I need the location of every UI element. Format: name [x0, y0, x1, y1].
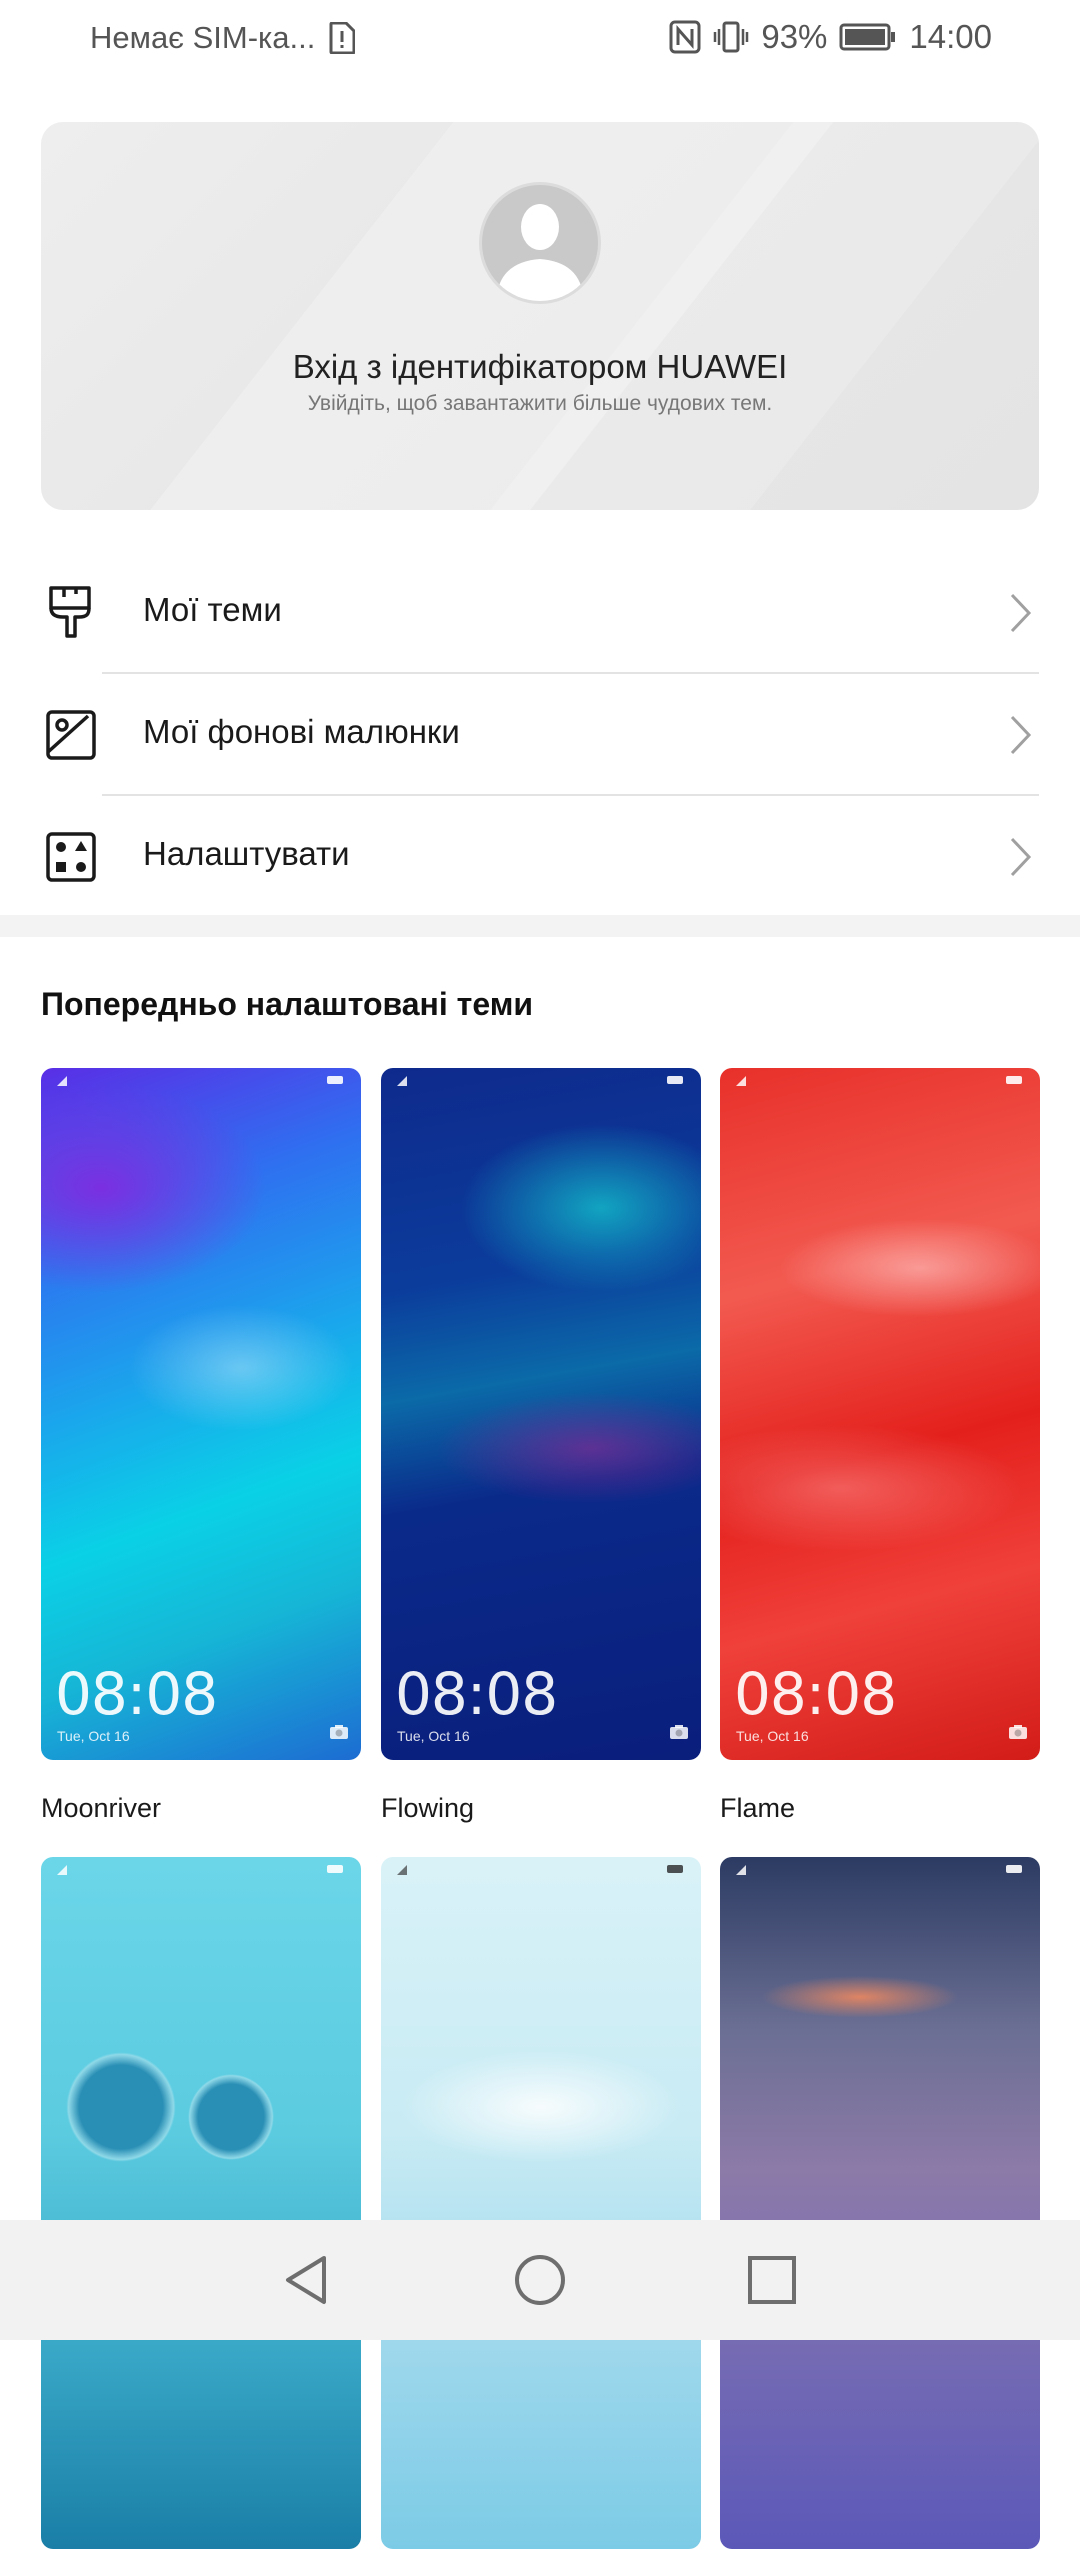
camera-icon [670, 1725, 688, 1739]
battery-icon [1006, 1076, 1022, 1084]
default-user-icon [496, 204, 584, 301]
battery-percent: 93% [761, 18, 828, 55]
theme-thumbnail [720, 1857, 1040, 2549]
login-subtitle: Увійдіть, щоб завантажити більше чудових… [307, 392, 773, 415]
menu-item-my-wallpapers[interactable]: Мої фонові малюнки [0, 673, 1080, 795]
section-title-preset-themes: Попередньо налаштовані теми [41, 986, 534, 1022]
status-right: 93% 14:00 [669, 18, 992, 56]
preview-clock: 08:08 [734, 1660, 897, 1728]
battery-icon [1006, 1865, 1022, 1873]
huawei-id-login-card[interactable]: Вхід з ідентифікатором HUAWEI Увійдіть, … [41, 122, 1039, 510]
image-icon [42, 706, 100, 764]
theme-name: Moonriver [41, 1793, 162, 1823]
theme-thumbnail [381, 1857, 701, 2549]
navigation-bar [0, 2220, 1080, 2340]
recents-square-icon[interactable] [744, 2252, 800, 2308]
menu-label: Налаштувати [143, 835, 350, 872]
login-title: Вхід з ідентифікатором HUAWEI [292, 348, 788, 385]
menu-item-my-themes[interactable]: Мої теми [0, 551, 1080, 673]
theme-thumbnail: 08:08 Tue, Oct 16 [381, 1068, 701, 1760]
carrier-text: Немає SIM-ка... [90, 20, 316, 55]
customize-grid-icon [42, 828, 100, 886]
theme-name: Flame [720, 1793, 796, 1823]
section-separator [0, 915, 1080, 937]
back-triangle-icon[interactable] [280, 2252, 336, 2308]
preview-date: Tue, Oct 16 [736, 1728, 809, 1744]
theme-card[interactable] [381, 1857, 701, 2549]
signal-icon [736, 1865, 746, 1875]
battery-icon [327, 1865, 343, 1873]
camera-icon [330, 1725, 348, 1739]
preview-clock: 08:08 [55, 1660, 218, 1728]
theme-thumbnail: 08:08 Tue, Oct 16 [720, 1068, 1040, 1760]
avatar [479, 182, 601, 304]
chevron-right-icon [1008, 835, 1034, 879]
clock: 14:00 [909, 18, 992, 55]
theme-card-flowing[interactable]: 08:08 Tue, Oct 16 Flowing [381, 1068, 701, 1823]
battery-icon [667, 1865, 683, 1873]
status-bar: Немає SIM-ка... 93% 14:00 [0, 0, 1080, 80]
theme-thumbnail: 08:08 Tue, Oct 16 [41, 1068, 361, 1760]
preview-date: Tue, Oct 16 [57, 1728, 130, 1744]
theme-card[interactable] [720, 1857, 1040, 2549]
brush-icon [42, 584, 100, 642]
theme-thumbnail [41, 1857, 361, 2549]
vibrate-icon [713, 20, 749, 54]
chevron-right-icon [1008, 713, 1034, 757]
battery-icon [839, 22, 897, 52]
theme-card-moonriver[interactable]: 08:08 Tue, Oct 16 Moonriver [41, 1068, 361, 1823]
menu-item-customize[interactable]: Налаштувати [0, 795, 1080, 917]
signal-icon [397, 1865, 407, 1875]
chevron-right-icon [1008, 591, 1034, 635]
nfc-icon [669, 20, 701, 54]
status-left: Немає SIM-ка... [90, 20, 356, 56]
battery-icon [327, 1076, 343, 1084]
signal-icon [736, 1076, 746, 1086]
sim-alert-icon [329, 22, 356, 54]
signal-icon [57, 1865, 67, 1875]
home-circle-icon[interactable] [512, 2252, 568, 2308]
theme-card-flame[interactable]: 08:08 Tue, Oct 16 Flame [720, 1068, 1040, 1823]
signal-icon [57, 1076, 67, 1086]
menu-label: Мої фонові малюнки [143, 713, 460, 750]
menu-label: Мої теми [143, 591, 282, 628]
camera-icon [1009, 1725, 1027, 1739]
preview-date: Tue, Oct 16 [397, 1728, 470, 1744]
theme-card[interactable] [41, 1857, 361, 2549]
battery-icon [667, 1076, 683, 1084]
signal-icon [397, 1076, 407, 1086]
theme-name: Flowing [381, 1793, 475, 1823]
preview-clock: 08:08 [395, 1660, 558, 1728]
